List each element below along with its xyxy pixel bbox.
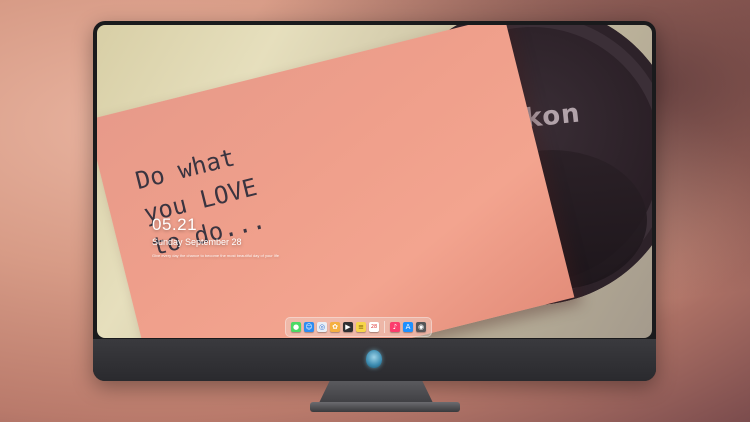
notes-icon[interactable]: ≡: [356, 322, 366, 332]
monitor-chin: [93, 339, 656, 381]
dock-separator: [384, 321, 385, 333]
calendar-icon[interactable]: 28: [369, 322, 379, 332]
messages-icon[interactable]: ●: [291, 322, 301, 332]
clock-date: Sunday September 28: [152, 237, 242, 247]
desktop-screen[interactable]: Nikon Do what you LOVE to do... 05.21 Su…: [97, 25, 652, 338]
finder-icon[interactable]: ☺: [304, 322, 314, 332]
dock: ● ☺ ◎ ✿ ▶ ≡ 28 ♪ A ◉: [285, 317, 432, 337]
clock-widget: 05.21 Sunday September 28 Give every day…: [152, 215, 279, 258]
appstore-icon[interactable]: A: [403, 322, 413, 332]
monitor: Nikon Do what you LOVE to do... 05.21 Su…: [93, 21, 656, 381]
monitor-stand-base: [310, 402, 460, 412]
camera-icon[interactable]: ◉: [416, 322, 426, 332]
safari-icon[interactable]: ◎: [317, 322, 327, 332]
clock-quote: Give every day the chance to become the …: [152, 253, 279, 258]
video-icon[interactable]: ▶: [343, 322, 353, 332]
clock-time: 05.21: [152, 215, 198, 234]
photos-icon[interactable]: ✿: [330, 322, 340, 332]
brand-logo-icon: [366, 350, 382, 368]
music-icon[interactable]: ♪: [390, 322, 400, 332]
